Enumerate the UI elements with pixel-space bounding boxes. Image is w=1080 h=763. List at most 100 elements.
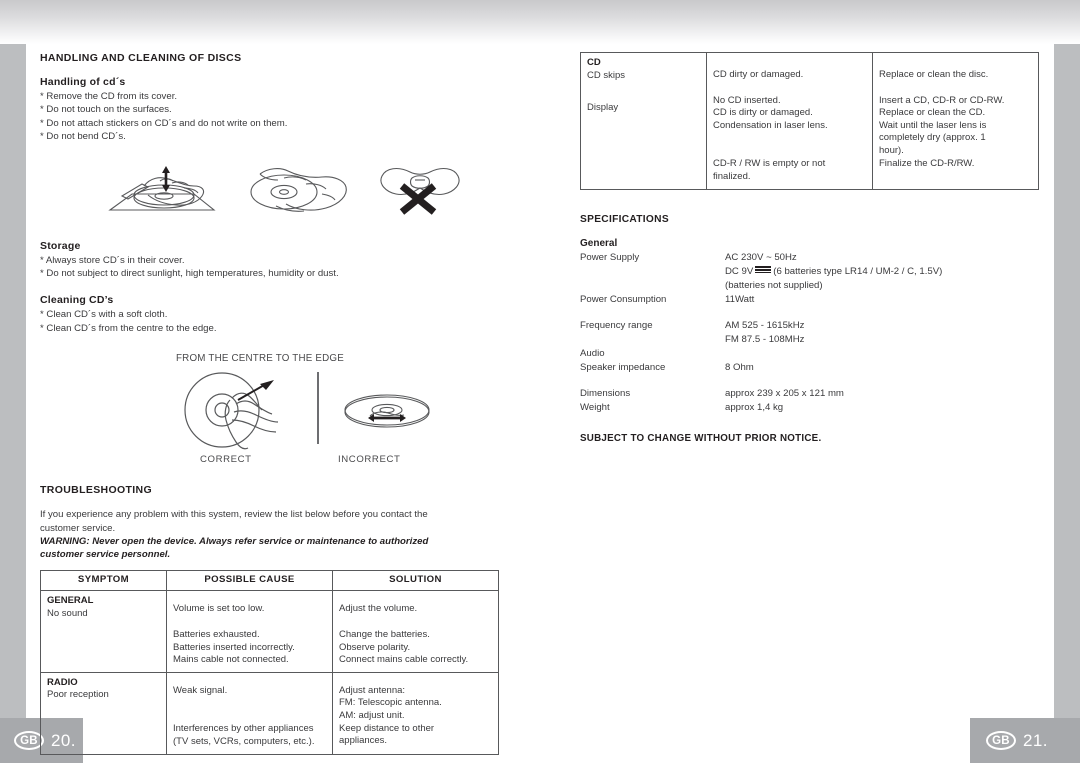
footer-page-badge-right: GB 21. bbox=[970, 718, 1080, 763]
right-page-column: CD CD skips Display CD dirty or damaged.… bbox=[580, 52, 1040, 444]
solution-line: Observe polarity. bbox=[339, 641, 411, 653]
symptom-category: CD bbox=[587, 57, 601, 68]
spec-key-empty bbox=[580, 279, 725, 293]
specifications-heading: SPECIFICATIONS bbox=[580, 213, 669, 225]
figure-divider bbox=[317, 372, 319, 445]
spec-row: Audio bbox=[580, 347, 1010, 361]
column-header-symptom: SYMPTOM bbox=[40, 569, 167, 592]
spec-value: 11Watt bbox=[725, 293, 755, 305]
spec-value: 8 Ohm bbox=[725, 361, 754, 373]
handling-heading: Handling of cd´s bbox=[40, 76, 126, 88]
solution-line: FM: Telescopic antenna. bbox=[339, 697, 442, 709]
handling-bullet-list: * Remove the CD from its cover. * Do not… bbox=[40, 90, 540, 144]
cause-line: Mains cable not connected. bbox=[173, 654, 289, 666]
troubleshooting-warning: WARNING: Never open the device. Always r… bbox=[40, 536, 429, 561]
dc-suffix: (6 batteries type LR14 / UM-2 / C, 1.5V) bbox=[773, 265, 943, 277]
symptom-detail-2: Display bbox=[587, 102, 619, 114]
symptom-detail: CD skips bbox=[587, 69, 626, 81]
spec-key-empty bbox=[580, 333, 725, 347]
cause-line: finalized. bbox=[713, 170, 751, 182]
spec-row: Weight approx 1,4 kg bbox=[580, 401, 1010, 415]
page-title: HANDLING AND CLEANING OF DISCS bbox=[40, 52, 242, 64]
list-item: * Do not touch on the surfaces. bbox=[40, 104, 172, 116]
list-item: * Clean CD´s from the centre to the edge… bbox=[40, 322, 217, 334]
storage-bullet-list: * Always store CD´s in their cover. * Do… bbox=[40, 254, 540, 281]
cause-line: CD-R / RW is empty or not bbox=[713, 158, 826, 170]
cause-cell: Volume is set too low. Batteries exhaust… bbox=[166, 590, 333, 673]
solution-line: Change the batteries. bbox=[339, 629, 430, 641]
page-left-edge-bar bbox=[0, 44, 26, 718]
page-number: 21. bbox=[1023, 730, 1048, 750]
cause-line: Batteries inserted incorrectly. bbox=[173, 641, 295, 653]
specifications-table: Power Supply AC 230V ~ 50Hz DC 9V (6 batt… bbox=[580, 251, 1010, 415]
spec-key: Power Consumption bbox=[580, 293, 667, 305]
symptom-detail: Poor reception bbox=[47, 689, 109, 701]
column-header-possible-cause: POSSIBLE CAUSE bbox=[166, 569, 333, 592]
cause-line: Batteries exhausted. bbox=[173, 629, 260, 641]
region-code-badge: GB bbox=[986, 731, 1016, 750]
cd-eject-from-tray-illustration bbox=[102, 160, 224, 225]
spec-row: (batteries not supplied) bbox=[580, 279, 1010, 293]
spec-value: approx 239 x 205 x 121 mm bbox=[725, 387, 844, 399]
table-row: GENERAL No sound Volume is set too low. … bbox=[40, 590, 499, 673]
cd-hold-by-edges-illustration bbox=[236, 162, 358, 223]
storage-heading: Storage bbox=[40, 239, 81, 252]
list-item: * Clean CD´s with a soft cloth. bbox=[40, 309, 168, 321]
page-top-gradient bbox=[0, 0, 1080, 44]
cause-line: No CD inserted. bbox=[713, 94, 781, 106]
solution-cell: Replace or clean the disc. Insert a CD, … bbox=[872, 52, 1039, 190]
spec-key: Power Supply bbox=[580, 251, 640, 263]
incorrect-label: INCORRECT bbox=[338, 454, 401, 466]
symptom-cell: GENERAL No sound bbox=[40, 590, 167, 673]
page-right-edge-bar bbox=[1054, 44, 1080, 718]
spec-value-empty bbox=[725, 347, 1010, 361]
spec-row-spacer bbox=[580, 307, 1010, 319]
spec-row: Dimensions approx 239 x 205 x 121 mm bbox=[580, 387, 1010, 401]
cd-troubleshooting-table: CD CD skips Display CD dirty or damaged.… bbox=[580, 52, 1039, 190]
table-header-row: SYMPTOM POSSIBLE CAUSE SOLUTION bbox=[40, 569, 499, 592]
cleaning-figure-labels: CORRECT INCORRECT bbox=[40, 454, 540, 470]
solution-line: hour). bbox=[879, 144, 904, 156]
cause-line: Volume is set too low. bbox=[173, 603, 265, 615]
dc-voltage-icon bbox=[755, 265, 772, 273]
list-item: * Do not bend CD´s. bbox=[40, 131, 126, 143]
list-item: * Do not subject to direct sunlight, hig… bbox=[40, 268, 339, 280]
spec-row: Power Supply AC 230V ~ 50Hz bbox=[580, 251, 1010, 265]
troubleshooting-table: SYMPTOM POSSIBLE CAUSE SOLUTION GENERAL … bbox=[40, 569, 499, 755]
cause-line: Interferences by other appliances bbox=[173, 723, 314, 735]
left-page-column: HANDLING AND CLEANING OF DISCS Handling … bbox=[40, 52, 540, 755]
spec-key: Speaker impedance bbox=[580, 361, 666, 373]
cleaning-heading: Cleaning CD’s bbox=[40, 294, 114, 307]
spec-key: Audio bbox=[580, 347, 605, 359]
solution-line: Adjust antenna: bbox=[339, 684, 406, 696]
table-row: CD CD skips Display CD dirty or damaged.… bbox=[580, 52, 1039, 190]
list-item: * Remove the CD from its cover. bbox=[40, 91, 178, 102]
table-row: RADIO Poor reception Weak signal. Interf… bbox=[40, 671, 499, 755]
list-item: * Do not attach stickers on CD´s and do … bbox=[40, 117, 288, 129]
spec-value: (batteries not supplied) bbox=[725, 279, 823, 291]
spec-row-spacer bbox=[580, 375, 1010, 387]
solution-line: Wait until the laser lens is bbox=[879, 119, 987, 131]
column-header-solution: SOLUTION bbox=[332, 569, 499, 592]
spec-value: AM 525 - 1615kHz bbox=[725, 319, 805, 331]
symptom-detail: No sound bbox=[47, 608, 88, 620]
spec-row: Frequency range AM 525 - 1615kHz bbox=[580, 319, 1010, 333]
cause-cell: CD dirty or damaged. No CD inserted. CD … bbox=[706, 52, 873, 190]
symptom-cell: RADIO Poor reception bbox=[40, 671, 167, 755]
spec-row: FM 87.5 - 108MHz bbox=[580, 333, 1010, 347]
solution-line: Finalize the CD-R/RW. bbox=[879, 157, 975, 169]
solution-line: Connect mains cable correctly. bbox=[339, 654, 469, 666]
solution-line: Replace or clean the CD. bbox=[879, 107, 986, 119]
solution-line: AM: adjust unit. bbox=[339, 710, 405, 722]
cd-clean-correct-illustration bbox=[180, 370, 300, 457]
cause-line: (TV sets, VCRs, computers, etc.). bbox=[173, 736, 315, 748]
spec-key: Weight bbox=[580, 401, 610, 413]
cause-line: CD is dirty or damaged. bbox=[713, 107, 813, 119]
spec-row: Power Consumption 11Watt bbox=[580, 293, 1010, 307]
solution-line: Adjust the volume. bbox=[339, 603, 418, 615]
symptom-category: GENERAL bbox=[47, 595, 94, 607]
troubleshooting-intro: If you experience any problem with this … bbox=[40, 509, 428, 534]
spec-row: DC 9V (6 batteries type LR14 / UM-2 / C, … bbox=[580, 265, 1010, 279]
solution-line: Replace or clean the disc. bbox=[879, 69, 989, 80]
solution-line: Keep distance to other bbox=[339, 722, 435, 734]
